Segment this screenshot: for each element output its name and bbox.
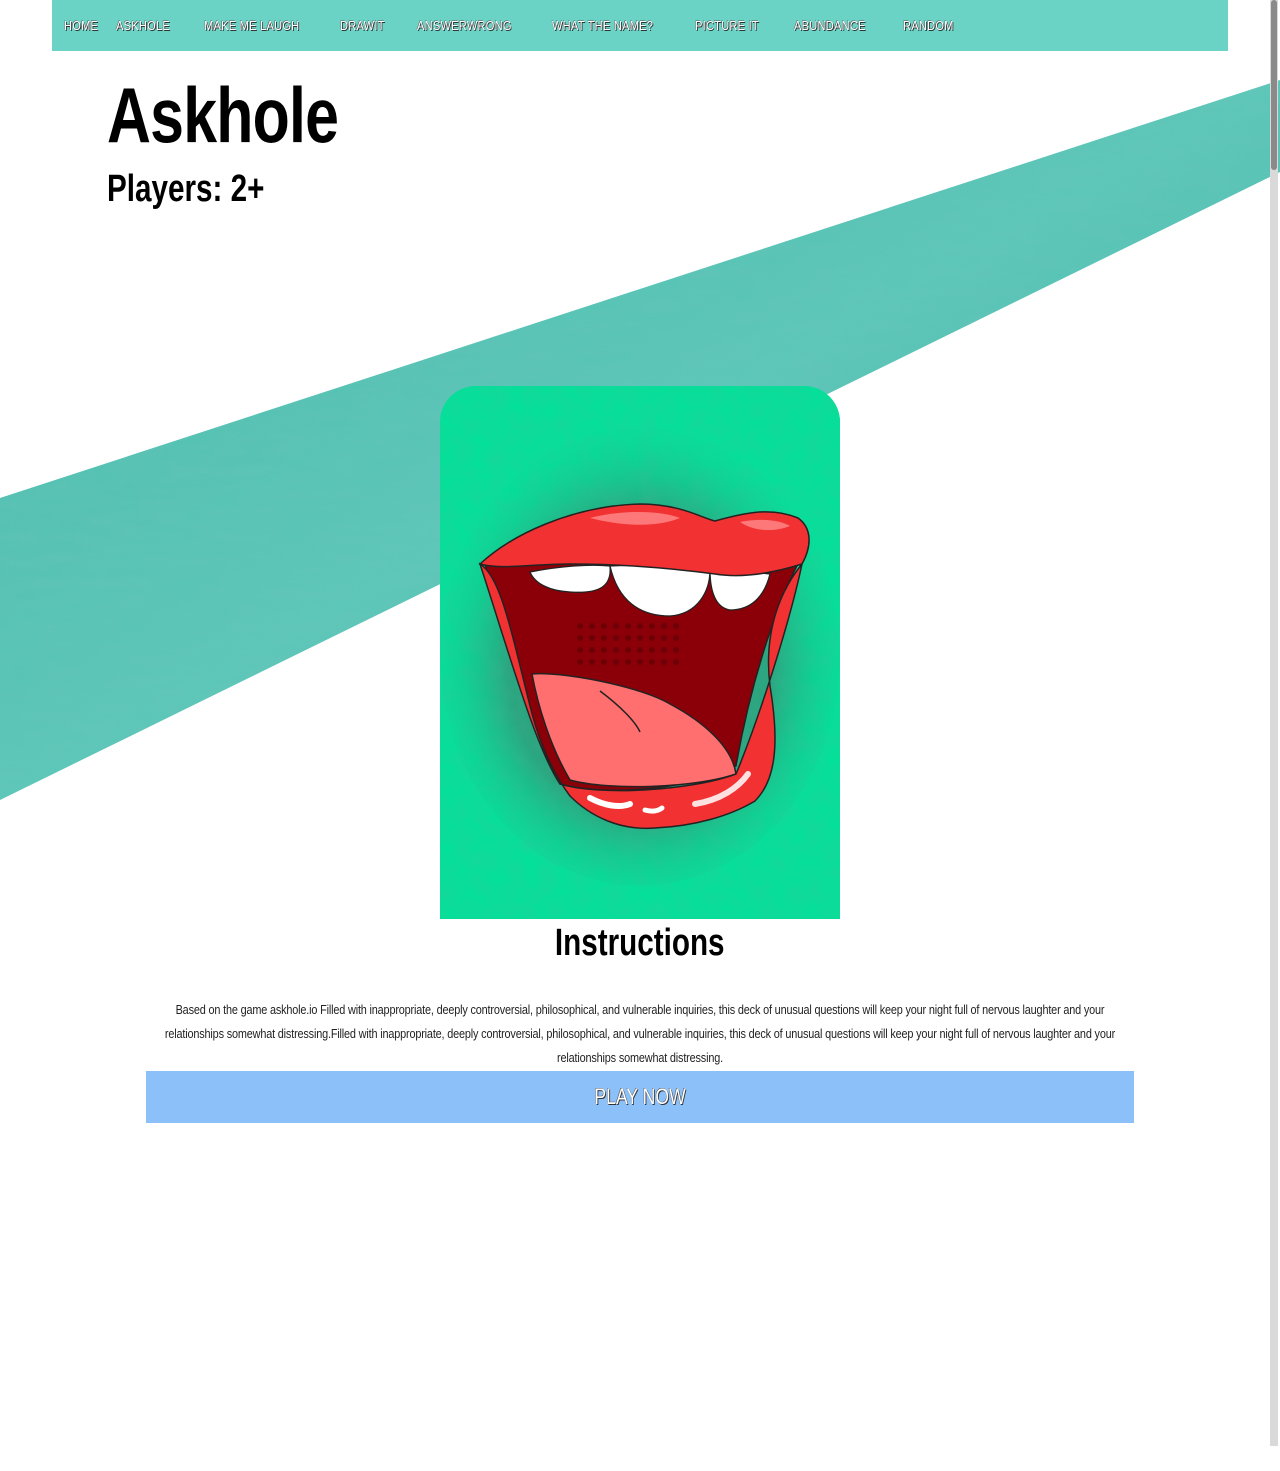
nav-item-answerwrong[interactable]: ANSWERWRONG [417, 18, 512, 33]
nav-item-drawit[interactable]: DRAWIT [340, 18, 385, 33]
nav-item-random[interactable]: RANDOM [903, 18, 954, 33]
nav-item-abundance[interactable]: ABUNDANCE [794, 18, 866, 33]
open-mouth-lips-icon [440, 386, 840, 919]
play-now-button[interactable]: PLAY NOW [146, 1071, 1134, 1123]
scrollbar-thumb[interactable] [1271, 0, 1277, 170]
nav-item-askhole[interactable]: ASKHOLE [116, 18, 170, 33]
instructions-body: Based on the game askhole.io Filled with… [164, 1002, 1116, 1065]
players-count: Players: 2+ [107, 168, 265, 210]
instructions-heading-text: Instructions [555, 922, 725, 964]
instructions-text: Based on the game askhole.io Filled with… [146, 998, 1134, 1070]
nav-item-picture-it[interactable]: PICTURE IT [695, 18, 759, 33]
page-title: Askhole [107, 71, 339, 159]
play-now-label: PLAY NOW [594, 1084, 686, 1109]
nav-item-home[interactable]: HOME [64, 18, 98, 33]
top-nav: HOME ASKHOLE MAKE ME LAUGH DRAWIT ANSWER… [52, 0, 1228, 51]
nav-item-make-me-laugh[interactable]: MAKE ME LAUGH [204, 18, 299, 33]
scrollbar[interactable] [1270, 0, 1278, 1446]
game-card-image [440, 386, 840, 919]
instructions-heading: Instructions [0, 922, 1280, 965]
page: HOME ASKHOLE MAKE ME LAUGH DRAWIT ANSWER… [0, 0, 1280, 1471]
nav-item-what-the-name[interactable]: WHAT THE NAME? [552, 18, 653, 33]
